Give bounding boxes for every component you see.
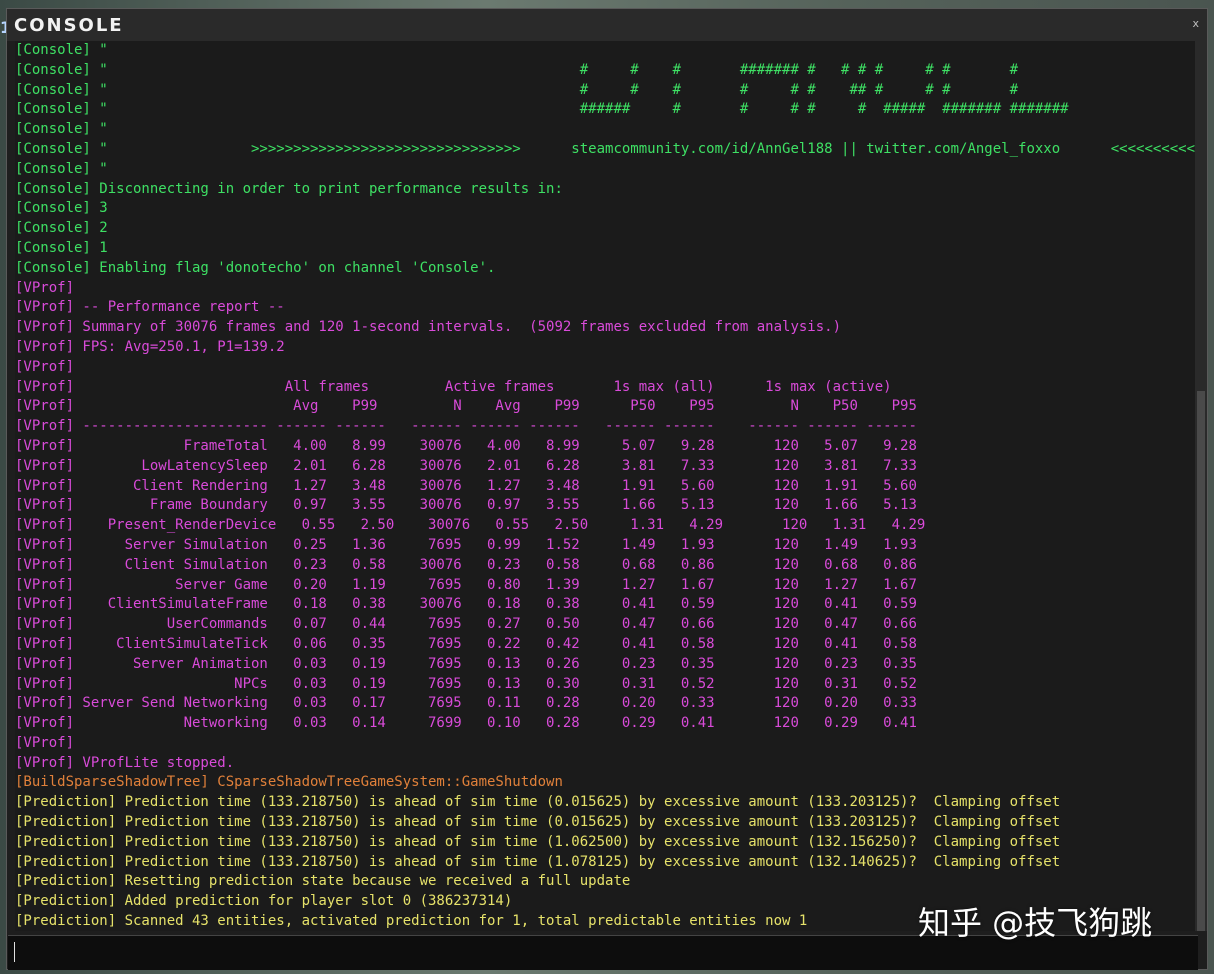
log-line: [Console] " >>>>>>>>>>>>>>>>>>>>>>>>>>>>…: [15, 140, 1197, 157]
log-line: [Prediction] Prediction time (133.218750…: [15, 833, 1061, 850]
scrollbar[interactable]: [1195, 41, 1207, 931]
log-line: [VProf] Present_RenderDevice 0.55 2.50 3…: [15, 517, 926, 534]
log-line: [VProf] Server Send Networking 0.03 0.17…: [15, 695, 917, 712]
log-line: [Console] ": [15, 42, 108, 58]
log-line: [Prediction] Prediction time (133.218750…: [15, 794, 1061, 811]
log-line: [BuildSparseShadowTree] CSparseShadowTre…: [15, 774, 563, 791]
log-line: [VProf] Avg P99 N Avg P99 P50 P95 N P50 …: [15, 398, 917, 415]
log-line: [VProf] LowLatencySleep 2.01 6.28 30076 …: [15, 457, 917, 474]
log-line: [Console] " ###### # # # # # ##### #####…: [15, 101, 1069, 118]
log-line: [VProf] NPCs 0.03 0.19 7695 0.13 0.30 0.…: [15, 675, 917, 692]
log-line: [VProf] FPS: Avg=250.1, P1=139.2: [15, 338, 285, 355]
title-bar[interactable]: CONSOLE x: [7, 9, 1207, 41]
log-line: [VProf] UserCommands 0.07 0.44 7695 0.27…: [15, 616, 917, 633]
log-line: [Console] Enabling flag 'donotecho' on c…: [15, 259, 496, 276]
log-line: [Console] ": [15, 121, 108, 138]
text-cursor: [14, 942, 15, 962]
log-line: [VProf] ---------------------- ------ --…: [15, 418, 917, 435]
log-line: [VProf] Client Simulation 0.23 0.58 3007…: [15, 556, 917, 573]
log-line: [VProf] Frame Boundary 0.97 3.55 30076 0…: [15, 497, 917, 514]
log-line: [Prediction] Resetting prediction state …: [15, 873, 631, 890]
log-line: [Prediction] Prediction time (133.218750…: [15, 853, 1061, 870]
log-line: [Console] " # # # ####### # # # # # # #: [15, 61, 1019, 78]
log-line: [VProf]: [15, 279, 75, 296]
console-window: CONSOLE x [Console] " [Console] " # # # #…: [6, 8, 1208, 970]
close-icon[interactable]: x: [1192, 17, 1199, 30]
log-line: [VProf] Summary of 30076 frames and 120 …: [15, 319, 842, 336]
log-line: [VProf] FrameTotal 4.00 8.99 30076 4.00 …: [15, 437, 917, 454]
log-line: [Console] 1: [15, 239, 108, 256]
log-line: [VProf] ClientSimulateFrame 0.18 0.38 30…: [15, 596, 917, 613]
log-line: [Console] 2: [15, 220, 108, 237]
log-line: [VProf] Server Animation 0.03 0.19 7695 …: [15, 655, 917, 672]
console-log: [Console] " [Console] " # # # ####### # #…: [15, 41, 1197, 931]
log-line: [Prediction] Prediction time (133.218750…: [15, 814, 1061, 831]
log-line: [Console] 3: [15, 200, 108, 217]
log-line: [Console] ": [15, 160, 108, 177]
log-line: [VProf] Server Simulation 0.25 1.36 7695…: [15, 536, 917, 553]
log-line: [VProf] ClientSimulateTick 0.06 0.35 769…: [15, 635, 917, 652]
log-line: [VProf] Client Rendering 1.27 3.48 30076…: [15, 477, 917, 494]
log-line: [VProf] All frames Active frames 1s max …: [15, 378, 892, 395]
log-line: [VProf]: [15, 734, 75, 751]
log-line: [VProf] Networking 0.03 0.14 7699 0.10 0…: [15, 715, 917, 732]
window-title: CONSOLE: [14, 15, 124, 36]
log-line: [Console] " # # # # # # ## # # # #: [15, 81, 1019, 98]
log-line: [VProf] -- Performance report --: [15, 299, 285, 316]
watermark: 知乎 @技飞狗跳: [918, 904, 1153, 942]
log-line: [VProf] VProfLite stopped.: [15, 754, 235, 771]
scrollbar-thumb[interactable]: [1197, 391, 1205, 931]
log-line: [Console] Disconnecting in order to prin…: [15, 180, 563, 197]
log-line: [VProf] Server Game 0.20 1.19 7695 0.80 …: [15, 576, 917, 593]
log-line: [VProf]: [15, 358, 75, 375]
